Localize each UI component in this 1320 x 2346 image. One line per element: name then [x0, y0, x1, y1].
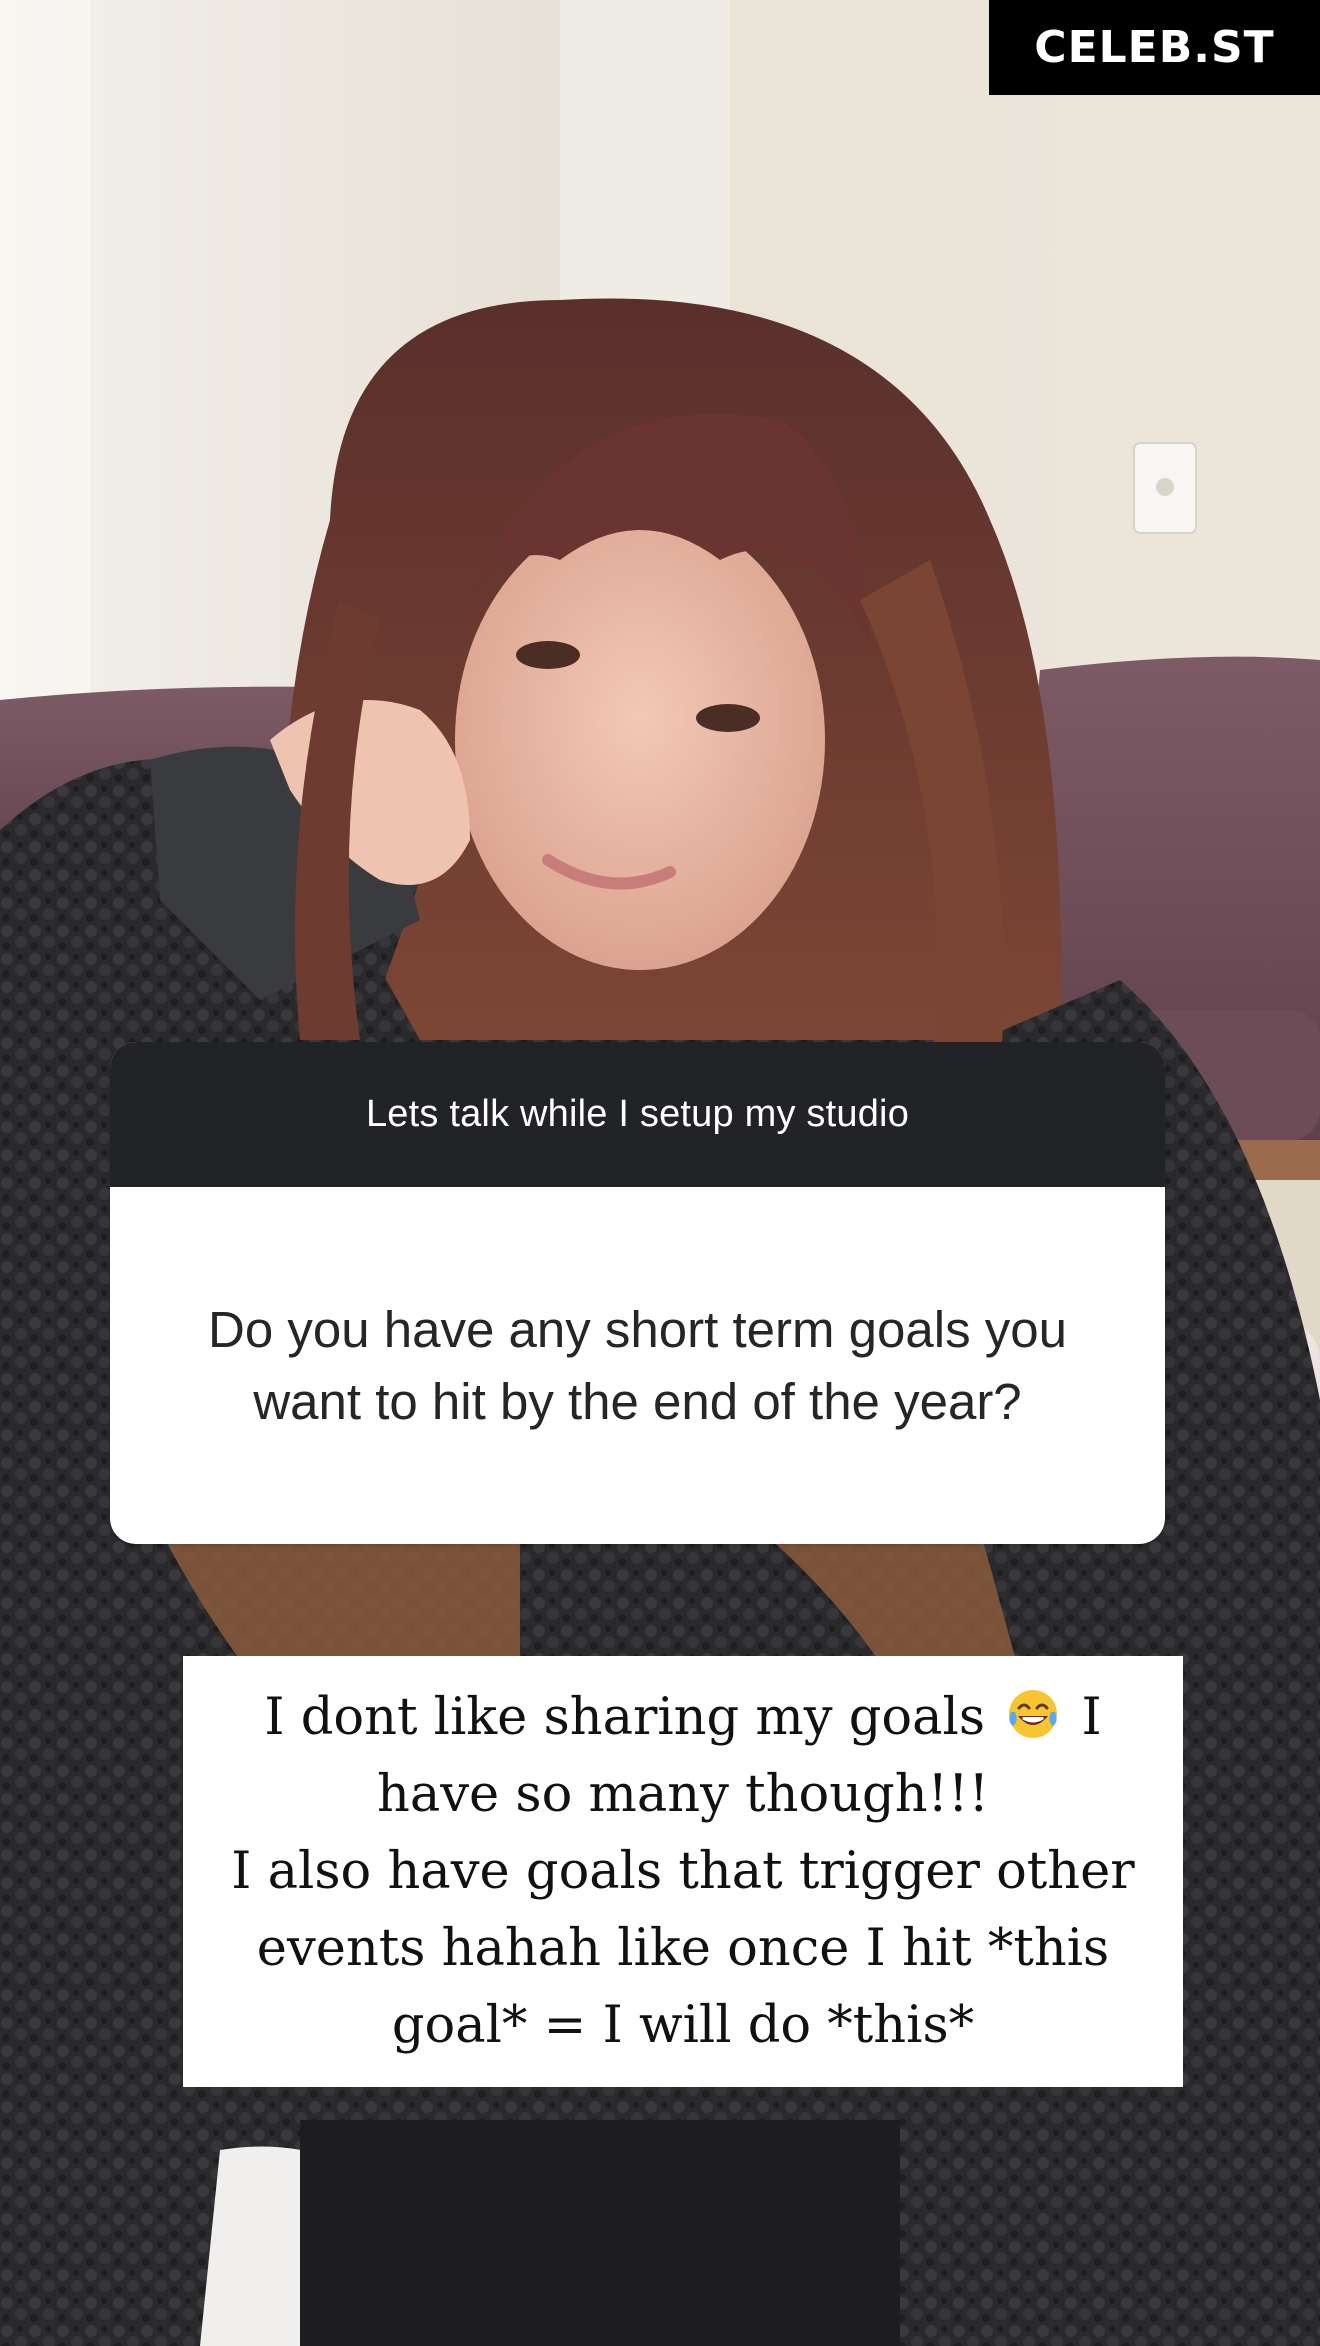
- answer-line-5: goal* = I will do *this*: [391, 1996, 975, 2055]
- question-sticker-header: Lets talk while I setup my studio: [110, 1042, 1165, 1187]
- celeb-st-watermark: CELEB.ST: [989, 0, 1320, 95]
- story-screen: CELEB.ST Lets talk while I setup my stud…: [0, 0, 1320, 2346]
- question-text: Do you have any short term goals you wan…: [208, 1300, 1067, 1430]
- answer-line-1-start: I dont like sharing my goals: [264, 1688, 1002, 1747]
- question-sticker: Lets talk while I setup my studio Do you…: [110, 1042, 1165, 1544]
- answer-line-4: events hahah like once I hit *this: [256, 1919, 1110, 1978]
- tears-of-joy-emoji-icon: [1009, 1690, 1058, 1738]
- answer-line-3: I also have goals that trigger other: [231, 1842, 1135, 1901]
- answer-line-2: have so many though!!!: [376, 1765, 990, 1824]
- answer-text-box: I dont like sharing my goals I have so m…: [183, 1656, 1183, 2087]
- answer-line-1: I dont like sharing my goals I: [264, 1679, 1101, 1756]
- answer-line-1-end: I: [1065, 1688, 1102, 1747]
